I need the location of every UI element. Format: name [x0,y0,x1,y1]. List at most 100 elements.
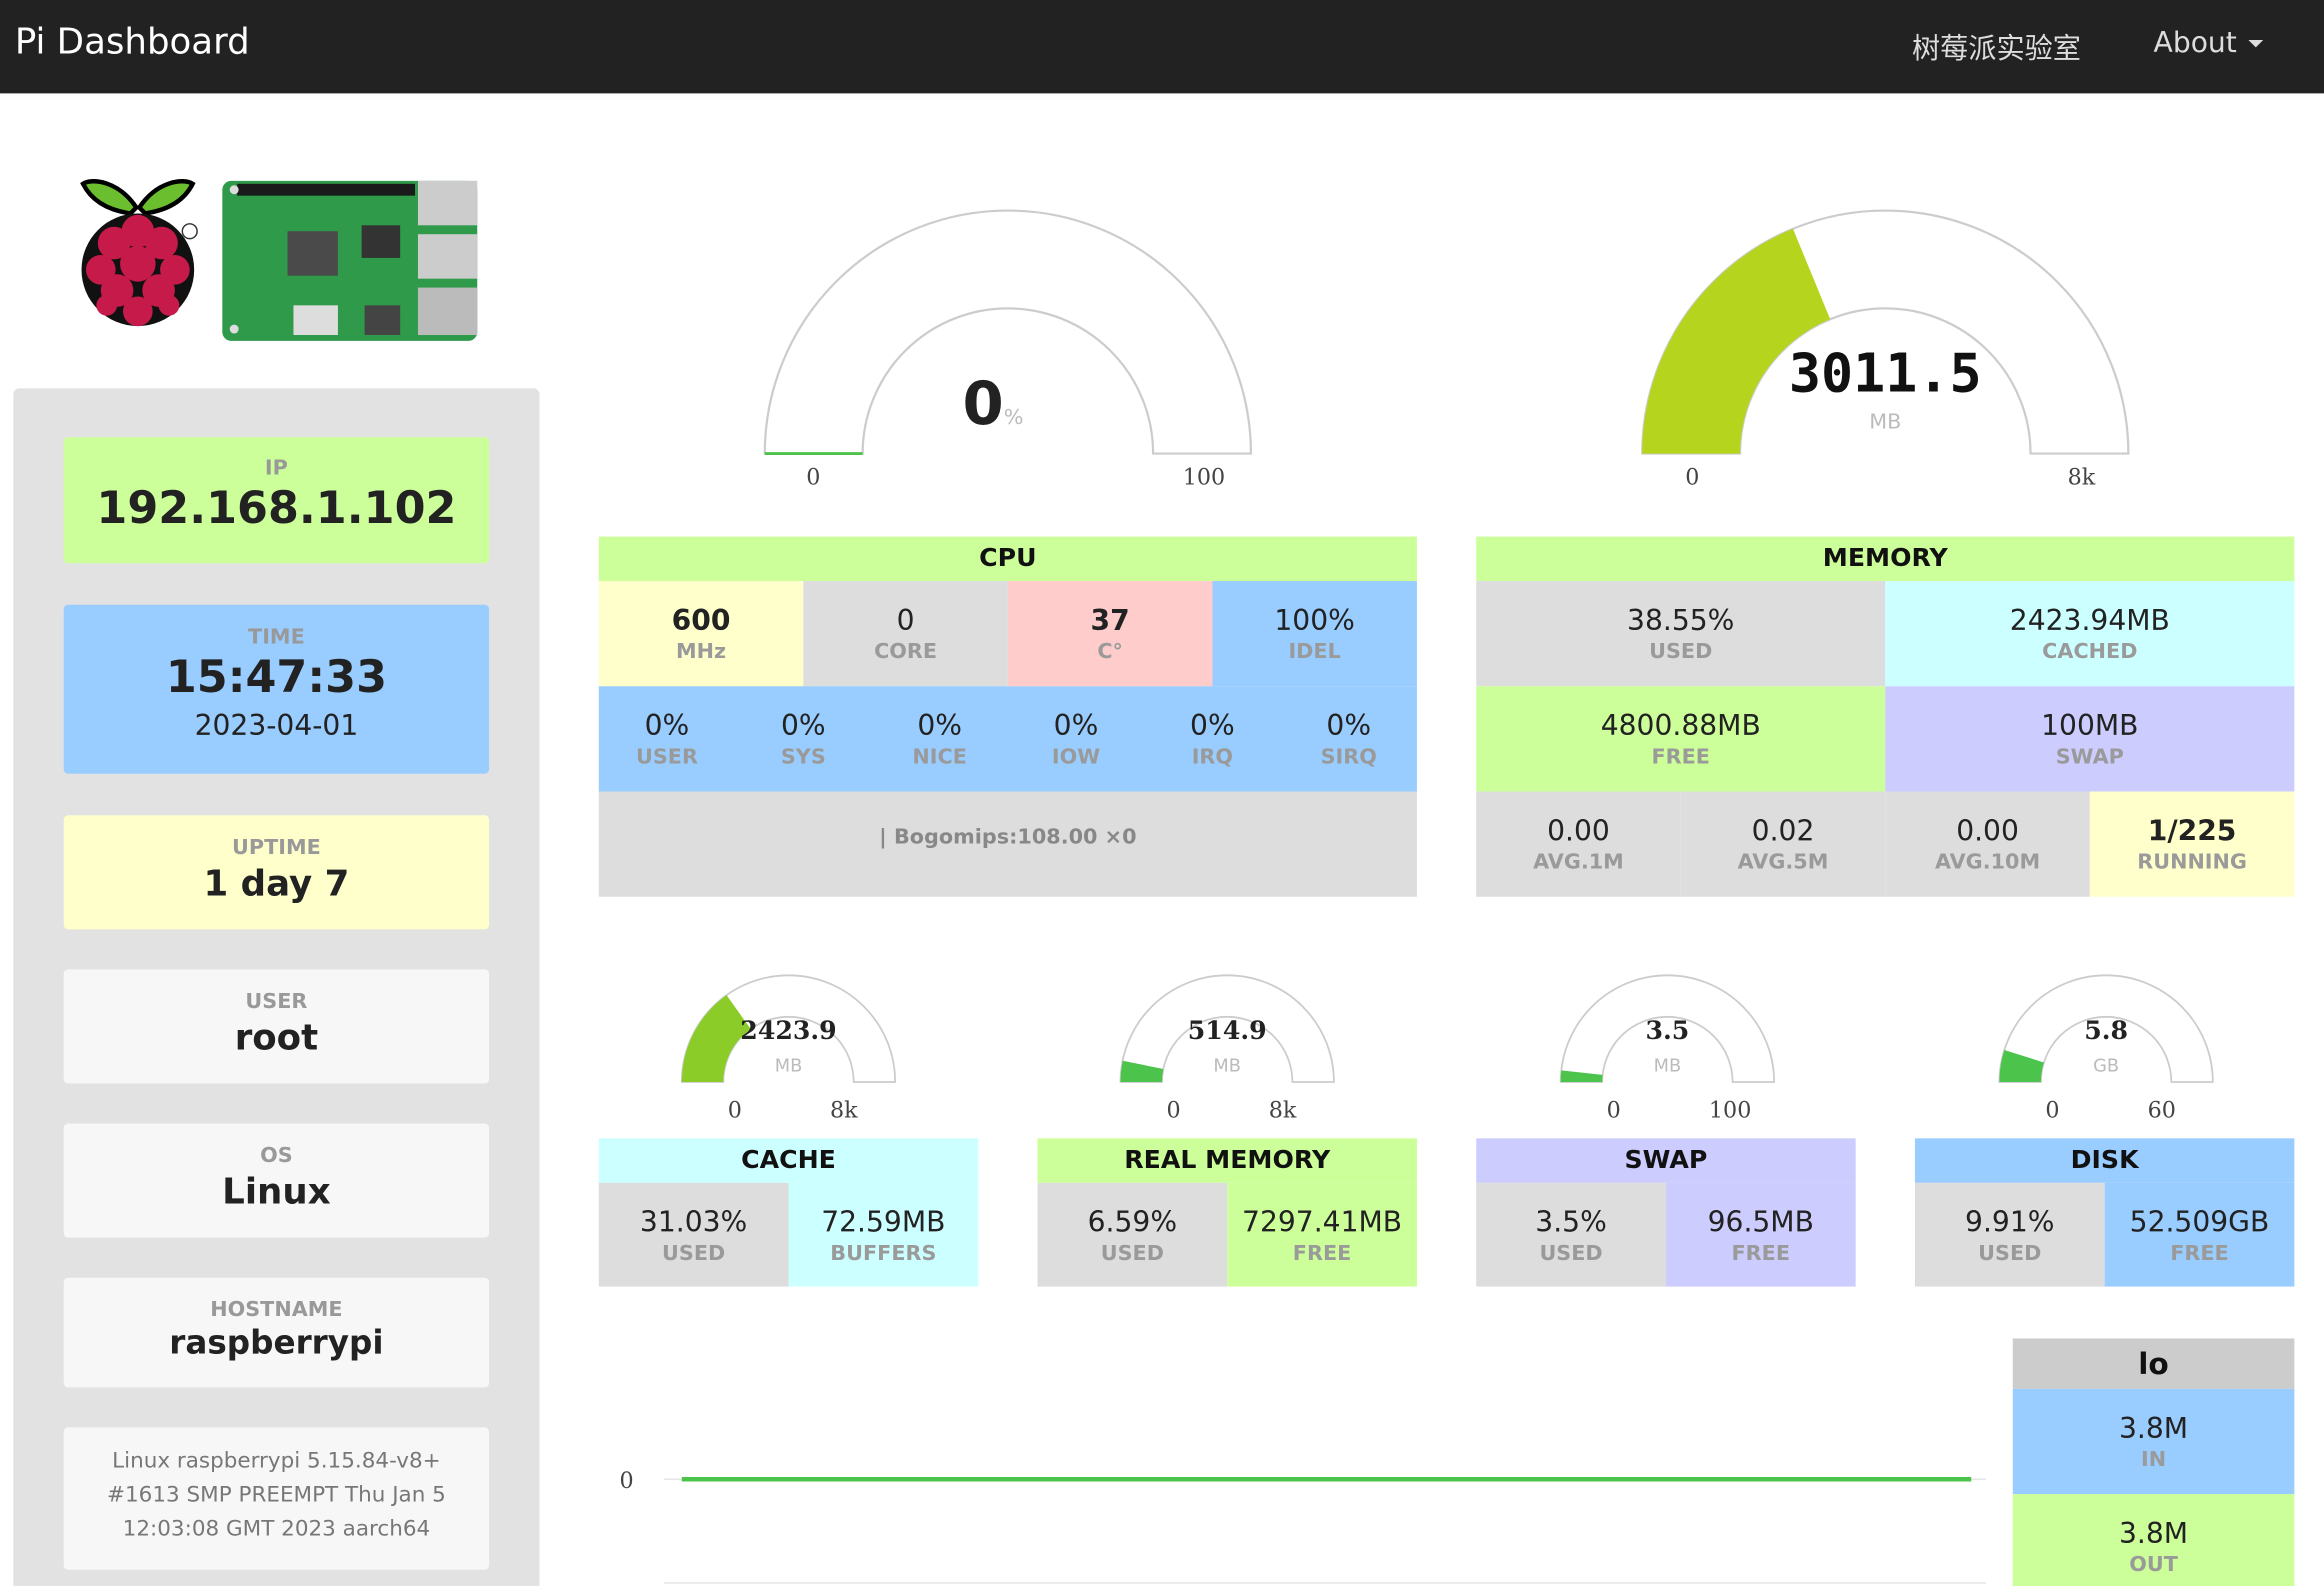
memory-cached-cell: 2423.94MB CACHED [1885,581,2295,687]
cpu-gauge-value: 0 [962,370,1004,439]
cpu-stat-nice: 0% NICE [912,709,967,770]
real-memory-gauge-max: 8k [1268,1096,1297,1124]
swap-free-cell: 96.5MB FREE [1665,1182,1856,1287]
caret-down-icon [2248,40,2264,48]
date-value: 2023-04-01 [194,709,359,743]
cpu-stat-iow: 0% IOW [1051,709,1101,770]
swap-header: SWAP [1476,1138,1856,1183]
network-chart [663,1477,1987,1584]
cpu-core-cell: 0 CORE [803,581,1008,687]
cpu-idle-label: IDEL [1288,640,1341,665]
cache-gauge-unit: MB [774,1055,803,1077]
load-avg-1m: 0.00 AVG.1M [1476,791,1681,897]
memory-gauge-min: 0 [1685,463,1700,491]
cache-gauge-min: 0 [727,1096,742,1124]
cpu-gauge-min: 0 [806,463,821,491]
cpu-freq-label: MHz [675,640,727,665]
cpu-stat-user: 0% USER [635,709,698,770]
cpu-temp-label: C° [1097,640,1123,665]
memory-gauge-max: 8k [2067,463,2096,491]
disk-free-cell: 52.509GB FREE [2104,1182,2295,1287]
cpu-temp-value: 37 [1090,604,1130,638]
cpu-freq-cell: 600 MHz [598,581,804,687]
swap-gauge-value: 3.5 [1645,1016,1690,1047]
net-interface-name: lo [2012,1338,2295,1389]
real-memory-free-cell: 7297.41MB FREE [1227,1182,1417,1287]
cpu-temp-cell: 37 C° [1007,581,1213,687]
time-value: 15:47:33 [165,652,388,705]
user-value: root [234,1016,319,1059]
memory-gauge-readout: 3011.5 MB [1633,344,2137,434]
cpu-core-label: CORE [874,640,938,665]
os-value: Linux [222,1170,331,1213]
cache-buffers-cell: 72.59MB BUFFERS [788,1182,979,1287]
ip-card: IP 192.168.1.102 [63,437,490,564]
cpu-stat-sys: 0% SYS [780,709,826,770]
real-memory-used-cell: 6.59% USED [1037,1182,1228,1287]
hostname-card: HOSTNAME raspberrypi [63,1277,490,1388]
os-label: OS [260,1144,293,1169]
disk-gauge-max: 60 [2147,1096,2176,1124]
time-card: TIME 15:47:33 2023-04-01 [63,604,490,774]
real-memory-gauge-unit: MB [1213,1055,1241,1077]
memory-used-cell: 38.55% USED [1476,581,1886,687]
raspberry-pi-logo [80,179,198,327]
cache-header: CACHE [598,1138,979,1183]
cpu-idle-cell: 100% IDEL [1212,581,1417,687]
hostname-value: raspberrypi [169,1325,384,1363]
disk-gauge-min: 0 [2045,1096,2060,1124]
os-card: OS Linux [63,1123,490,1238]
kernel-info: Linux raspberrypi 5.15.84-v8+ #1613 SMP … [63,1427,490,1570]
swap-gauge-unit: MB [1653,1055,1682,1077]
disk-header: DISK [1914,1138,2295,1183]
memory-swap-cell: 100MB SWAP [1885,686,2295,792]
cpu-gauge-max: 100 [1182,463,1226,491]
cpu-idle-value: 100% [1274,604,1355,638]
cache-gauge-max: 8k [829,1096,858,1124]
disk-gauge-value: 5.8 [2084,1016,2129,1047]
running-processes: 1/225 RUNNING [2089,791,2295,897]
cpu-freq-value: 600 [671,604,731,638]
real-memory-gauge-min: 0 [1166,1096,1181,1124]
real-memory-gauge-value: 514.9 [1187,1016,1267,1047]
cpu-gauge-readout: 0% [741,371,1245,439]
swap-gauge-min: 0 [1606,1096,1621,1124]
ip-label: IP [264,456,288,481]
cpu-stats-row: 0% USER 0% SYS 0% NICE 0% IOW 0% IRQ 0% SIRQ [598,686,1417,792]
memory-header: MEMORY [1476,536,2295,582]
raspberry-pi-board-image [222,180,478,341]
cpu-stat-irq: 0% IRQ [1190,709,1235,770]
memory-free-cell: 4800.88MB FREE [1476,686,1886,792]
user-card: USER root [63,969,490,1084]
load-avg-10m: 0.00 AVG.10M [1885,791,2090,897]
uptime-label: UPTIME [232,835,321,860]
cpu-core-value: 0 [896,604,915,638]
hostname-label: HOSTNAME [210,1298,343,1323]
disk-gauge-unit: GB [2093,1055,2120,1077]
real-memory-header: REAL MEMORY [1037,1138,1417,1183]
net-in-cell: 3.8M IN [2012,1388,2295,1495]
cpu-gauge-unit: % [1003,406,1024,430]
uptime-value: 1 day 7 [203,862,350,905]
cpu-stat-sirq: 0% SIRQ [1320,709,1377,770]
user-label: USER [245,990,308,1014]
swap-used-cell: 3.5% USED [1476,1182,1666,1287]
cpu-gauge [763,209,1253,456]
cpu-bogomips: | Bogomips:108.00 ×0 [598,791,1417,897]
cpu-header: CPU [598,536,1417,582]
swap-gauge-max: 100 [1708,1096,1752,1124]
cache-gauge-value: 2423.9 [740,1016,837,1047]
disk-used-cell: 9.91% USED [1914,1182,2105,1287]
nav-link-lab[interactable]: 树莓派实验室 [1912,27,2081,67]
load-avg-5m: 0.02 AVG.5M [1680,791,1886,897]
memory-gauge-value: 3011.5 [1788,343,1982,405]
brand-title[interactable]: Pi Dashboard [15,21,250,63]
nav-about-label: About [2153,26,2237,60]
net-chart-y-tick: 0 [619,1467,634,1495]
time-label: TIME [248,625,305,650]
uptime-card: UPTIME 1 day 7 [63,815,490,930]
memory-gauge-unit: MB [1869,410,1902,435]
cache-used-cell: 31.03% USED [598,1182,789,1287]
net-out-cell: 3.8M OUT [2012,1494,2295,1586]
nav-about-dropdown[interactable]: About [2153,26,2264,60]
